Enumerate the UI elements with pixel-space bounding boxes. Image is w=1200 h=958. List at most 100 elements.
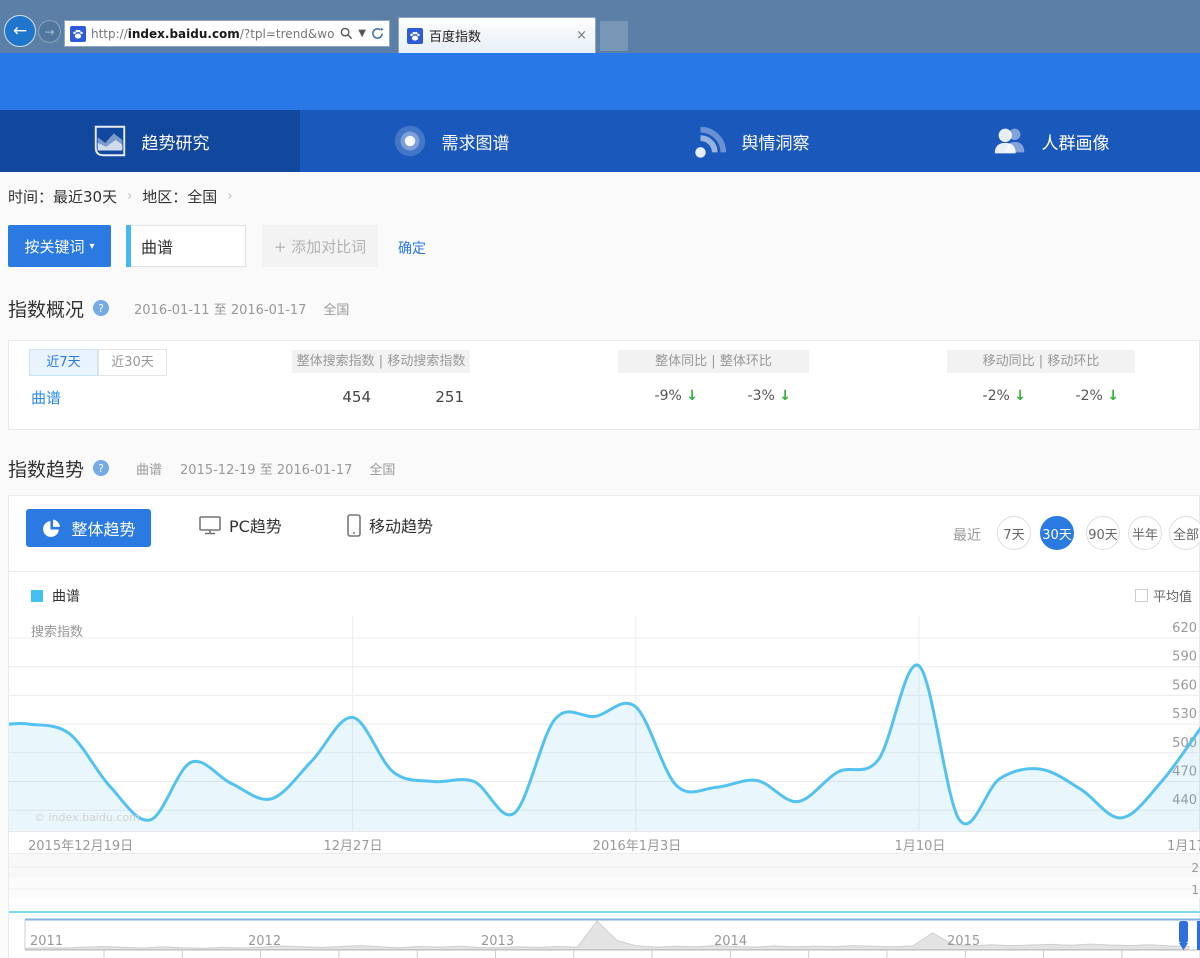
y-tick-label: 2 [1191,861,1199,875]
x-tick-label: 1月10日 [894,839,946,854]
chevron-right-icon: › [127,189,133,204]
trend-date-range: 2015-12-19 至 2016-01-17 [180,462,353,478]
trend-title: 指数趋势 [8,458,85,481]
x-tick-label: 2015年12月19日 [28,839,134,854]
region-filter[interactable]: 地区：全国 [142,186,217,207]
average-checkbox[interactable]: 平均值 [1135,586,1192,605]
overall-mom-value: -3% ↓ [747,388,791,404]
site-header: Bai du 指数 曲谱 指数探索 数说专题 品牌表现 我的指数 [0,53,1200,158]
overview-date-range: 2016-01-11 至 2016-01-17 [134,302,307,318]
address-bar[interactable]: http://index.baidu.com/?tpl=trend&word=%… [64,20,390,47]
trend-section-head: 指数趋势 ? 曲谱 2015-12-19 至 2016-01-17 全国 [8,453,395,483]
browser-forward-button[interactable]: → [38,20,61,43]
nav-demand-map[interactable]: 需求图谱 [300,110,600,172]
overview-section-head: 指数概况 ? 2016-01-11 至 2016-01-17 全国 [8,293,349,323]
media-index-chart[interactable]: 21 [9,854,1200,915]
trend-keyword: 曲谱 [136,462,163,478]
timeline-year-label: 2014 [714,934,747,949]
range-all[interactable]: 全部 [1169,516,1200,550]
tab-overall-trend[interactable]: 整体趋势 [26,509,151,547]
back-arrow-icon: ← [12,21,28,41]
timeline-handle[interactable] [1179,921,1188,950]
checkbox-icon[interactable] [1135,589,1148,602]
mobile-search-index-value: 251 [435,388,464,406]
tab-close-icon[interactable]: × [576,28,587,43]
confirm-link[interactable]: 确定 [398,238,426,258]
range-half-year[interactable]: 半年 [1128,516,1162,550]
browser-tab[interactable]: 百度指数 × [398,17,596,53]
down-arrow-icon: ↓ [1014,388,1026,404]
tab-last-7-days[interactable]: 近7天 [29,349,98,376]
down-arrow-icon: ↓ [779,388,791,404]
baidu-index-page: ← → http://index.baidu.com/?tpl=trend&wo… [0,0,1200,958]
tab-mobile-trend[interactable]: 移动趋势 [347,513,433,537]
pie-chart-icon [43,519,61,537]
search-index-columns-header: 整体搜索指数 | 移动搜索指数 [292,350,470,373]
overview-region: 全国 [323,302,350,318]
range-7d[interactable]: 7天 [997,516,1031,550]
x-tick-label: 1月17日 [1167,839,1200,854]
trend-card: 整体趋势 PC趋势 移动趋势 最近 7天 30天 90天 半年 全部 曲谱 平均… [8,495,1200,958]
chart-legend[interactable]: 曲谱 [31,586,80,606]
url-search-icon[interactable] [340,27,353,40]
browser-chrome: ← → http://index.baidu.com/?tpl=trend&wo… [0,0,1200,53]
divider [9,571,1199,572]
y-tick-label: 530 [1172,707,1197,722]
url-dropdown-caret[interactable]: ▼ [358,28,366,39]
browser-back-button[interactable]: ← [4,15,36,47]
legend-keyword: 曲谱 [52,589,80,605]
nav-audience-profile[interactable]: 人群画像 [900,110,1200,172]
tab-favicon [407,27,423,44]
timeline-year-label: 2012 [248,934,281,949]
timeline-year-label: 2011 [30,934,63,949]
overview-period-tabs: 近7天 近30天 [29,349,167,376]
timeline-year-label: 2013 [481,934,514,949]
nav-trend-research[interactable]: 趋势研究 [0,110,300,172]
timeline-sparkline [24,920,1190,950]
legend-swatch [31,590,43,602]
trend-region: 全国 [369,462,396,478]
refresh-icon[interactable] [371,27,384,40]
tab-title: 百度指数 [429,30,482,45]
url-text: http://index.baidu.com/?tpl=trend&word=% [91,26,335,41]
mobile-yoy-value: -2% ↓ [982,388,1026,404]
y-tick-label: 620 [1172,621,1197,636]
y-tick-label: 590 [1172,650,1197,665]
watermark: © index.baidu.com [34,811,140,824]
tab-pc-trend[interactable]: PC趋势 [199,513,282,537]
trend-chart-icon [94,125,125,157]
mobile-phone-icon [347,513,361,537]
x-tick-label: 12月27日 [323,839,383,854]
range-label: 最近 [953,528,981,544]
tab-last-30-days[interactable]: 近30天 [98,349,167,376]
pc-monitor-icon [199,515,221,534]
range-30d[interactable]: 30天 [1040,516,1074,550]
new-tab-button[interactable] [600,21,628,51]
audience-icon [994,128,1024,154]
y-tick-label: 560 [1172,678,1197,693]
filter-breadcrumb: 时间：最近30天 › 地区：全国 › [8,186,233,207]
time-filter[interactable]: 时间：最近30天 [8,186,117,207]
timeline-overview[interactable]: 2011 2012 2013 2014 2015 [9,916,1200,958]
overview-stats-card: 近7天 近30天 整体搜索指数 | 移动搜索指数 整体同比 | 整体环比 移动同… [8,340,1200,430]
down-arrow-icon: ↓ [1107,388,1119,404]
chart-area-fill [9,665,1200,831]
y-tick-label: 1 [1191,883,1199,897]
down-arrow-icon: ↓ [686,388,698,404]
keyword-input[interactable]: 曲谱 [126,225,246,267]
chevron-right-icon: › [227,189,233,204]
help-icon[interactable]: ? [93,300,110,316]
keyword-mode-button[interactable]: 按关键词 ▾ [8,225,111,267]
x-axis-dates: 2015年12月19日 12月27日 2016年1月3日 1月10日 1月17日 [9,831,1200,854]
overview-keyword-link[interactable]: 曲谱 [31,387,61,408]
mobile-mom-value: -2% ↓ [1075,388,1119,404]
overall-yoy-value: -9% ↓ [654,388,698,404]
search-index-chart[interactable]: 440470500530560590620 [9,616,1200,831]
add-compare-word-button[interactable]: + 添加对比词 [262,225,378,267]
overall-compare-columns-header: 整体同比 | 整体环比 [618,350,809,373]
range-90d[interactable]: 90天 [1086,516,1120,550]
nav-sentiment-insight[interactable]: 舆情洞察 [600,110,900,172]
caret-down-icon: ▾ [89,240,95,252]
help-icon[interactable]: ? [93,460,110,476]
feature-nav: 趋势研究 需求图谱 舆情洞察 人群画像 [0,110,1200,172]
